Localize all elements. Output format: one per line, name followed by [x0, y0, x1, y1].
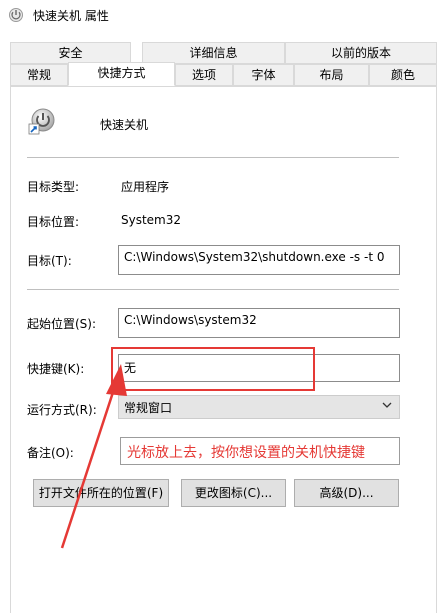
start-in-field[interactable]: C:\Windows\system32 — [118, 308, 400, 338]
target-field[interactable]: C:\Windows\System32\shutdown.exe -s -t 0 — [118, 245, 400, 275]
annotation-highlight-box — [111, 347, 315, 391]
separator — [27, 157, 399, 158]
run-label: 运行方式(R): — [27, 403, 97, 417]
tab-previous-versions[interactable]: 以前的版本 — [285, 42, 437, 64]
advanced-button[interactable]: 高级(D)... — [294, 479, 399, 507]
run-select-value: 常规窗口 — [124, 401, 173, 415]
run-select[interactable]: 常规窗口 — [118, 395, 400, 419]
shortcut-app-icon — [9, 8, 23, 22]
shutdown-shortcut-icon — [28, 108, 55, 135]
window-title: 快速关机 属性 — [33, 9, 109, 23]
title-bar: 快速关机 属性 — [0, 0, 446, 30]
tab-font[interactable]: 字体 — [233, 64, 294, 86]
target-label: 目标(T): — [27, 254, 72, 268]
target-type-value: 应用程序 — [121, 180, 170, 194]
tab-general[interactable]: 常规 — [10, 64, 68, 86]
open-file-location-button[interactable]: 打开文件所在的位置(F) — [33, 479, 169, 507]
start-in-label: 起始位置(S): — [27, 317, 97, 331]
shortcut-name: 快速关机 — [100, 118, 149, 132]
comment-label: 备注(O): — [27, 446, 74, 460]
target-type-label: 目标类型: — [27, 180, 80, 194]
change-icon-button[interactable]: 更改图标(C)... — [181, 479, 286, 507]
chevron-down-icon — [382, 402, 392, 408]
tab-details[interactable]: 详细信息 — [142, 42, 285, 64]
hotkey-label: 快捷键(K): — [27, 362, 85, 376]
comment-field[interactable]: 光标放上去，按你想设置的关机快捷键 — [120, 437, 400, 465]
separator — [27, 289, 399, 290]
tab-options[interactable]: 选项 — [175, 64, 233, 86]
tab-colors[interactable]: 颜色 — [369, 64, 437, 86]
tab-layout[interactable]: 布局 — [294, 64, 369, 86]
target-location-label: 目标位置: — [27, 215, 80, 229]
target-location-value: System32 — [121, 213, 182, 227]
tab-security[interactable]: 安全 — [10, 42, 131, 64]
tab-shortcut[interactable]: 快捷方式 — [68, 62, 175, 86]
